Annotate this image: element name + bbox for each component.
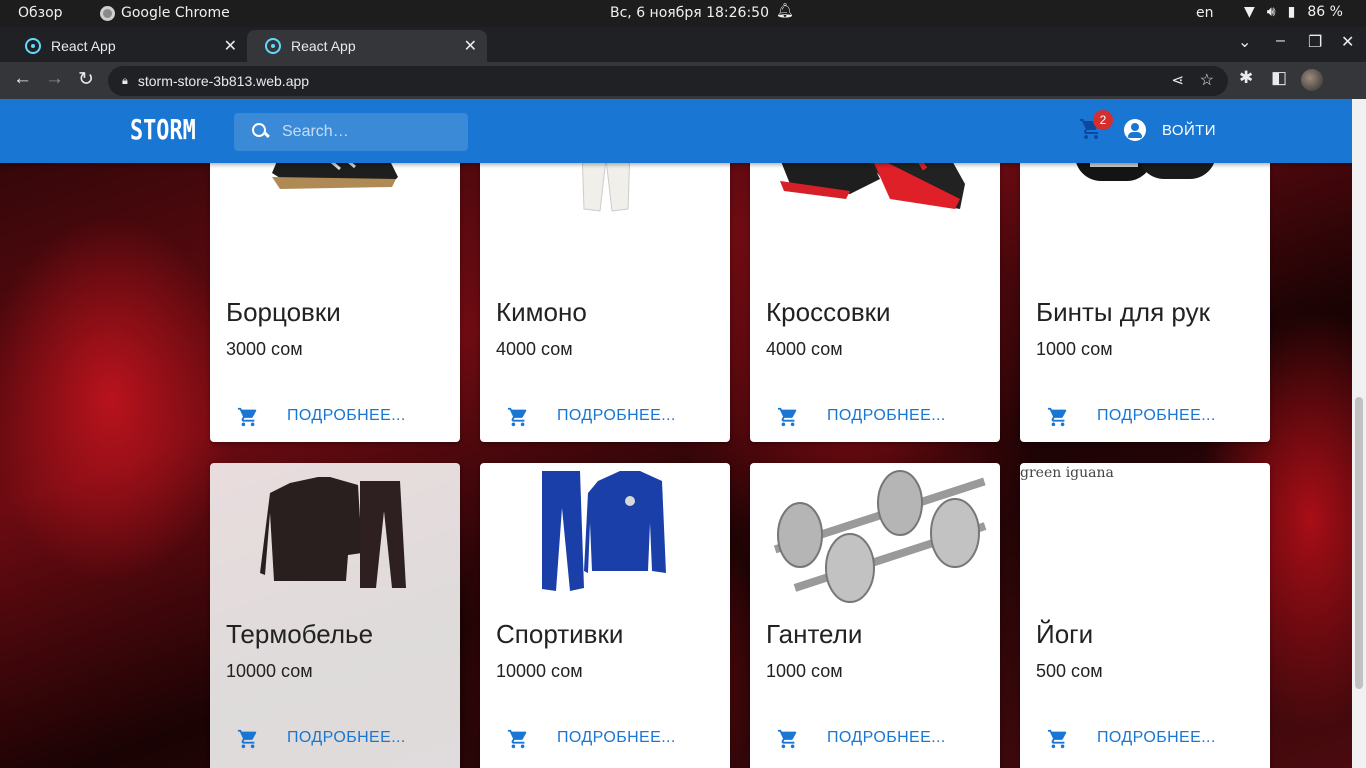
address-bar[interactable]: 🔒︎ storm-store-3b813.web.app ⋖ ☆ — [108, 66, 1228, 96]
product-title: Гантели — [766, 619, 863, 649]
product-price: 500 сом — [1036, 661, 1103, 681]
more-details-link[interactable]: ПОДРОБНЕЕ... — [1097, 729, 1216, 747]
side-panel-icon[interactable]: ◧ — [1271, 68, 1287, 88]
storm-logo[interactable]: STORM — [130, 113, 196, 146]
thermal-underwear-image[interactable] — [210, 463, 460, 603]
product-card: Гантели 1000 сом ПОДРОБНЕЕ... — [750, 463, 1000, 768]
product-price: 10000 сом — [226, 661, 313, 681]
page-viewport: STORM 2 ВОЙТИ Борцовки 3000 сом ПОДРОБНЕ… — [0, 99, 1352, 768]
close-tab-icon[interactable]: ✕ — [224, 36, 237, 56]
close-tab-icon[interactable]: ✕ — [464, 36, 477, 56]
tab-title: React App — [291, 38, 356, 54]
page-scrollbar[interactable] — [1352, 99, 1366, 768]
add-to-cart-icon[interactable] — [236, 406, 260, 428]
add-to-cart-icon[interactable] — [1046, 728, 1070, 750]
add-to-cart-icon[interactable] — [236, 728, 260, 750]
product-title: Йоги — [1036, 619, 1094, 649]
product-title: Борцовки — [226, 297, 341, 327]
broken-image[interactable]: green iguana — [1020, 463, 1270, 603]
add-to-cart-icon[interactable] — [776, 406, 800, 428]
login-label: ВОЙТИ — [1162, 121, 1216, 139]
battery-level: 86 % — [1307, 4, 1343, 20]
react-favicon-icon — [25, 38, 41, 54]
product-title: Термобелье — [226, 619, 374, 649]
cart-count-badge: 2 — [1093, 110, 1113, 130]
extensions-puzzle-icon[interactable]: ✱ — [1239, 68, 1253, 88]
product-price: 1000 сом — [766, 661, 843, 681]
language-indicator[interactable]: en — [1196, 5, 1214, 21]
profile-avatar[interactable] — [1301, 69, 1323, 91]
more-details-link[interactable]: ПОДРОБНЕЕ... — [287, 407, 406, 425]
share-icon[interactable]: ⋖ — [1171, 71, 1184, 89]
product-title: Кроссовки — [766, 297, 891, 327]
product-title: Бинты для рук — [1036, 297, 1210, 327]
close-window-button[interactable]: ✕ — [1341, 32, 1354, 52]
chrome-icon — [100, 5, 115, 21]
more-details-link[interactable]: ПОДРОБНЕЕ... — [1097, 407, 1216, 425]
product-card: Спортивки 10000 сом ПОДРОБНЕЕ... — [480, 463, 730, 768]
system-top-bar: Обзор Google Chrome Вс, 6 ноября 18:26:5… — [0, 0, 1366, 27]
add-to-cart-icon[interactable] — [506, 728, 530, 750]
tab-title: React App — [51, 38, 116, 54]
tracksuit-image[interactable] — [480, 463, 730, 603]
scrollbar-thumb[interactable] — [1355, 397, 1363, 689]
battery-icon: ▮ — [1287, 4, 1296, 20]
activities-button[interactable]: Обзор — [18, 5, 63, 21]
add-to-cart-icon[interactable] — [1046, 406, 1070, 428]
clock[interactable]: Вс, 6 ноября 18:26:50 — [610, 5, 769, 21]
search-input[interactable] — [282, 123, 452, 141]
tab-strip: React App ✕ React App ✕ + — [0, 27, 1366, 82]
product-card: green iguana Йоги 500 сом ПОДРОБНЕЕ... — [1020, 463, 1270, 768]
product-title: Спортивки — [496, 619, 624, 649]
tab-search-chevron-icon[interactable]: ⌄ — [1238, 32, 1251, 52]
product-price: 4000 сом — [496, 339, 573, 359]
add-to-cart-icon[interactable] — [776, 728, 800, 750]
more-details-link[interactable]: ПОДРОБНЕЕ... — [557, 407, 676, 425]
account-circle-icon — [1124, 119, 1146, 141]
volume-icon: 🔊︎ — [1266, 4, 1276, 20]
minimize-button[interactable]: – — [1276, 32, 1285, 50]
browser-toolbar: ← → ↻ 🔒︎ storm-store-3b813.web.app ⋖ ☆ ✱… — [0, 62, 1366, 99]
maximize-button[interactable]: ❐ — [1308, 32, 1322, 52]
more-details-link[interactable]: ПОДРОБНЕЕ... — [827, 407, 946, 425]
dumbbells-image[interactable] — [750, 463, 1000, 603]
login-button[interactable]: ВОЙТИ — [1124, 119, 1216, 141]
add-to-cart-icon[interactable] — [506, 406, 530, 428]
app-menu[interactable]: Google Chrome — [100, 5, 230, 21]
product-price: 3000 сом — [226, 339, 303, 359]
reload-icon[interactable]: ↻ — [78, 68, 94, 91]
more-details-link[interactable]: ПОДРОБНЕЕ... — [287, 729, 406, 747]
more-details-link[interactable]: ПОДРОБНЕЕ... — [827, 729, 946, 747]
product-card: Термобелье 10000 сом ПОДРОБНЕЕ... — [210, 463, 460, 768]
bookmark-star-icon[interactable]: ☆ — [1200, 70, 1214, 90]
app-name: Google Chrome — [121, 5, 230, 21]
search-box[interactable] — [234, 113, 468, 151]
header-cart-button[interactable]: 2 — [1078, 110, 1113, 145]
tab-react-app-1[interactable]: React App ✕ — [7, 30, 247, 62]
wifi-icon: ▼ — [1244, 4, 1255, 20]
image-alt-text: green iguana — [1020, 465, 1114, 481]
react-favicon-icon — [265, 38, 281, 54]
product-price: 1000 сом — [1036, 339, 1113, 359]
product-price: 4000 сом — [766, 339, 843, 359]
product-price: 10000 сом — [496, 661, 583, 681]
tab-react-app-2[interactable]: React App ✕ — [247, 30, 487, 62]
app-header: STORM 2 ВОЙТИ — [0, 99, 1352, 163]
search-icon — [250, 121, 272, 143]
product-title: Кимоно — [496, 297, 587, 327]
notification-bell-icon: 🔔︎ — [776, 3, 794, 19]
back-arrow-icon[interactable]: ← — [13, 68, 32, 90]
more-details-link[interactable]: ПОДРОБНЕЕ... — [557, 729, 676, 747]
lock-icon[interactable]: 🔒︎ — [122, 75, 128, 88]
url-text: storm-store-3b813.web.app — [137, 73, 310, 89]
system-tray[interactable]: ▼ 🔊︎ ▮ 86 % — [1244, 4, 1343, 20]
forward-arrow-icon[interactable]: → — [45, 68, 64, 90]
